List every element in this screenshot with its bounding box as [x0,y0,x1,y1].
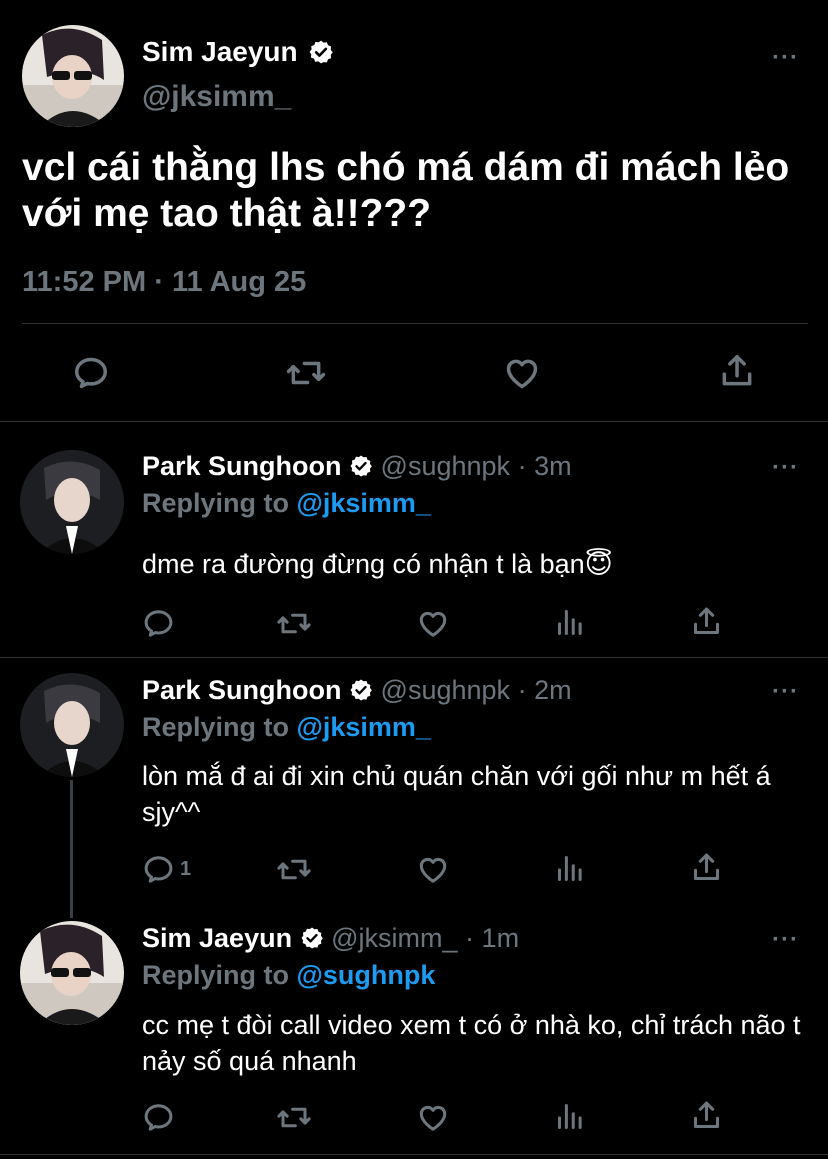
reply-separator: · [465,923,475,953]
replying-label: Replying to [142,488,289,518]
section-divider [0,1154,828,1155]
share-icon[interactable] [690,1099,723,1132]
verified-badge-icon [350,455,372,477]
author-avatar[interactable] [22,25,124,127]
replying-to-link[interactable]: @jksimm_ [297,488,431,518]
like-icon[interactable] [502,354,542,392]
analytics-icon[interactable] [554,852,587,885]
tweet-date: 11 Aug 25 [171,266,307,298]
timestamp-separator: · [154,266,164,298]
like-icon[interactable] [416,1101,450,1134]
reply-text: cc mẹ t đòi call video xem t có ở nhà ko… [142,1010,801,1076]
retweet-icon[interactable] [276,853,312,886]
reply-header: Sim Jaeyun @jksimm_ · 1m [142,923,519,954]
reply-age[interactable]: 3m [534,451,572,481]
replying-to: Replying to @jksimm_ [142,712,431,743]
verified-badge-icon [301,927,323,949]
replying-to: Replying to @sughnpk [142,960,435,991]
reply-icon[interactable] [142,1101,175,1134]
reply-separator: · [517,675,527,705]
more-icon[interactable]: ··· [772,926,799,954]
reply-icon[interactable] [142,607,175,640]
reply-avatar[interactable] [20,450,124,554]
more-icon[interactable]: ··· [772,678,799,706]
replying-to-link[interactable]: @sughnpk [297,960,436,990]
replying-to-link[interactable]: @jksimm_ [297,712,431,742]
reply-header: Park Sunghoon @sughnpk · 2m [142,675,572,706]
main-tweet-divider [22,323,808,324]
thread-line [70,780,73,918]
reply-age[interactable]: 2m [534,675,572,705]
tweet-time: 11:52 PM [22,266,147,298]
retweet-icon[interactable] [276,1101,312,1134]
reply-author-name[interactable]: Park Sunghoon [142,451,342,481]
tweet-text: vcl cái thằng lhs chó má dám đi mách lẻo… [22,146,790,235]
share-icon[interactable] [690,851,723,884]
verified-badge-icon [350,679,372,701]
reply-author-handle[interactable]: @sughnpk [381,675,511,705]
retweet-icon[interactable] [276,607,312,640]
reply-icon[interactable] [72,354,110,392]
author-handle[interactable]: @jksimm_ [142,80,291,114]
analytics-icon[interactable] [554,606,587,639]
tweet-timestamp[interactable]: 11:52 PM · 11 Aug 25 [22,266,306,299]
reply-text: lòn mắ đ ai đi xin chủ quán chăn với gối… [142,761,771,827]
section-divider [0,657,828,658]
reply-author-name[interactable]: Park Sunghoon [142,675,342,705]
more-icon[interactable]: ··· [772,454,799,482]
reply-author-handle[interactable]: @jksimm_ [331,923,457,953]
reply-avatar[interactable] [20,673,124,777]
reply-avatar[interactable] [20,921,124,1025]
share-icon[interactable] [718,352,756,390]
reply-separator: · [517,451,527,481]
reply-count: 1 [180,858,192,880]
section-divider [0,421,828,422]
share-icon[interactable] [690,605,723,638]
analytics-icon[interactable] [554,1100,587,1133]
replying-to: Replying to @jksimm_ [142,488,431,519]
like-icon[interactable] [416,853,450,886]
author-name[interactable]: Sim Jaeyun [142,36,334,68]
reply-author-name[interactable]: Sim Jaeyun [142,923,292,953]
retweet-icon[interactable] [285,354,327,392]
reply-age[interactable]: 1m [482,923,520,953]
reply-icon[interactable] [142,853,175,886]
replying-label: Replying to [142,712,289,742]
like-icon[interactable] [416,607,450,640]
more-icon[interactable]: ··· [772,44,799,72]
reply-author-handle[interactable]: @sughnpk [381,451,511,481]
reply-text: dme ra đường đừng có nhận t là bạn😇 [142,549,613,579]
replying-label: Replying to [142,960,289,990]
reply-header: Park Sunghoon @sughnpk · 3m [142,451,572,482]
author-name-text: Sim Jaeyun [142,36,298,67]
verified-badge-icon [310,40,334,63]
